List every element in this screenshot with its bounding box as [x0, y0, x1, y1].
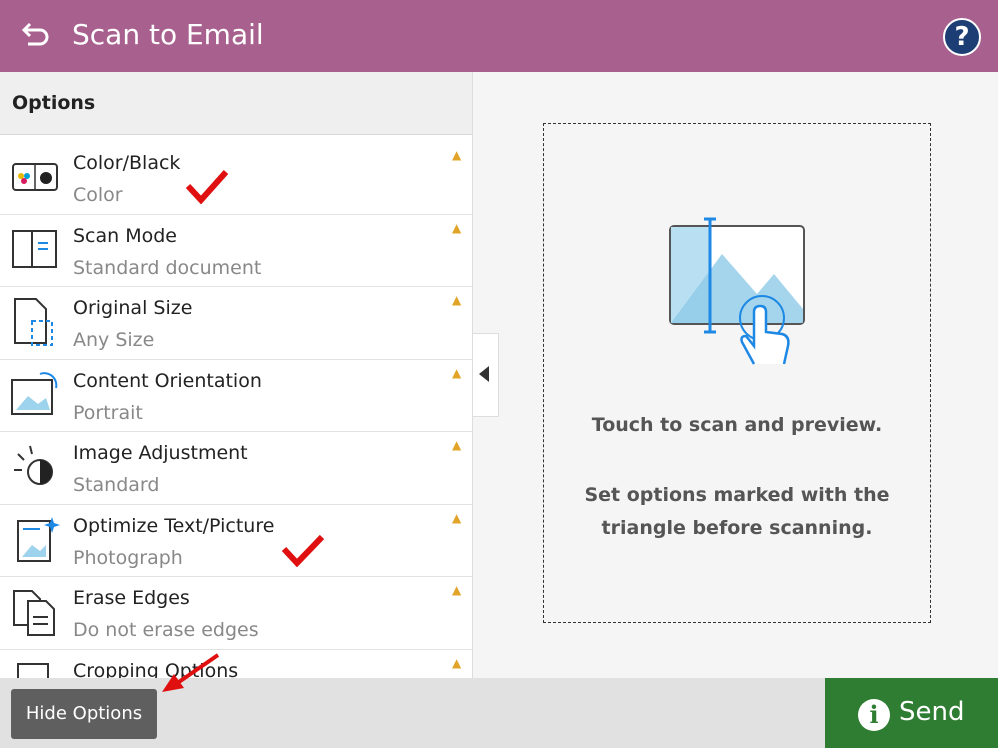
option-label: Erase Edges — [73, 587, 190, 609]
original-size-icon — [14, 298, 53, 346]
option-image-adjustment[interactable]: Image Adjustment Standard ▲ — [0, 432, 472, 505]
option-erase-edges[interactable]: Erase Edges Do not erase edges ▲ — [0, 577, 472, 650]
warning-icon: ▲ — [452, 220, 462, 235]
option-scan-mode[interactable]: Scan Mode Standard document ▲ — [0, 215, 472, 287]
option-value: Standard document — [73, 256, 262, 279]
preview-instruction: Touch to scan and preview. — [591, 414, 883, 436]
option-value: Color — [73, 184, 123, 206]
options-header: Options — [0, 72, 472, 135]
option-label: Color/Black — [73, 152, 181, 174]
warning-icon: ▲ — [452, 438, 462, 452]
scan-preview-icon — [669, 217, 805, 365]
cropping-icon — [17, 662, 49, 678]
option-value: Portrait — [73, 401, 143, 424]
option-content-orientation[interactable]: Content Orientation Portrait ▲ — [0, 360, 472, 432]
options-panel: Options Color/Black Color ▲ Scan Mode St… — [0, 72, 473, 678]
option-cropping[interactable]: Cropping Options ▲ — [0, 650, 472, 679]
collapse-panel-button[interactable] — [473, 333, 499, 417]
info-icon: i — [858, 699, 890, 731]
color-black-icon — [12, 163, 58, 191]
option-color-black[interactable]: Color/Black Color ▲ — [0, 142, 472, 215]
option-label: Cropping Options — [73, 659, 239, 679]
send-label: Send — [899, 697, 965, 727]
back-button[interactable] — [18, 20, 52, 54]
option-value: Standard — [73, 474, 160, 496]
option-label: Original Size — [73, 297, 193, 319]
back-icon — [21, 22, 49, 46]
image-adjustment-icon — [14, 445, 53, 485]
scan-preview-area[interactable]: Touch to scan and preview. Set options m… — [543, 123, 931, 623]
option-optimize-text-picture[interactable]: Optimize Text/Picture Photograph ▲ — [0, 505, 472, 577]
scan-mode-icon — [12, 229, 57, 268]
warning-icon: ▲ — [452, 655, 462, 670]
orientation-icon — [11, 371, 58, 415]
warning-icon: ▲ — [452, 148, 462, 162]
options-list: Color/Black Color ▲ Scan Mode Standard d… — [0, 142, 472, 679]
option-label: Scan Mode — [73, 224, 177, 247]
footer-bar: Hide Options i Send — [0, 678, 998, 748]
help-button[interactable]: ? — [943, 18, 981, 56]
options-title: Options — [12, 92, 96, 114]
header-bar: Scan to Email ? — [0, 0, 998, 72]
option-value: Do not erase edges — [73, 619, 259, 641]
page-title: Scan to Email — [72, 18, 264, 51]
erase-edges-icon — [13, 590, 55, 636]
chevron-left-icon — [479, 366, 489, 382]
option-label: Content Orientation — [73, 369, 262, 392]
option-label: Image Adjustment — [73, 442, 248, 464]
optimize-icon — [17, 516, 60, 562]
warning-icon: ▲ — [452, 510, 462, 525]
warning-icon: ▲ — [452, 365, 462, 380]
option-label: Optimize Text/Picture — [73, 514, 275, 537]
warning-icon: ▲ — [452, 583, 462, 597]
option-original-size[interactable]: Original Size Any Size ▲ — [0, 287, 472, 360]
warning-icon: ▲ — [452, 293, 462, 307]
send-button[interactable]: i Send — [825, 678, 998, 748]
preview-note: Set options marked with the triangle bef… — [584, 484, 890, 539]
hide-options-button[interactable]: Hide Options — [11, 689, 157, 739]
option-value: Photograph — [73, 546, 183, 569]
option-value: Any Size — [73, 329, 155, 351]
